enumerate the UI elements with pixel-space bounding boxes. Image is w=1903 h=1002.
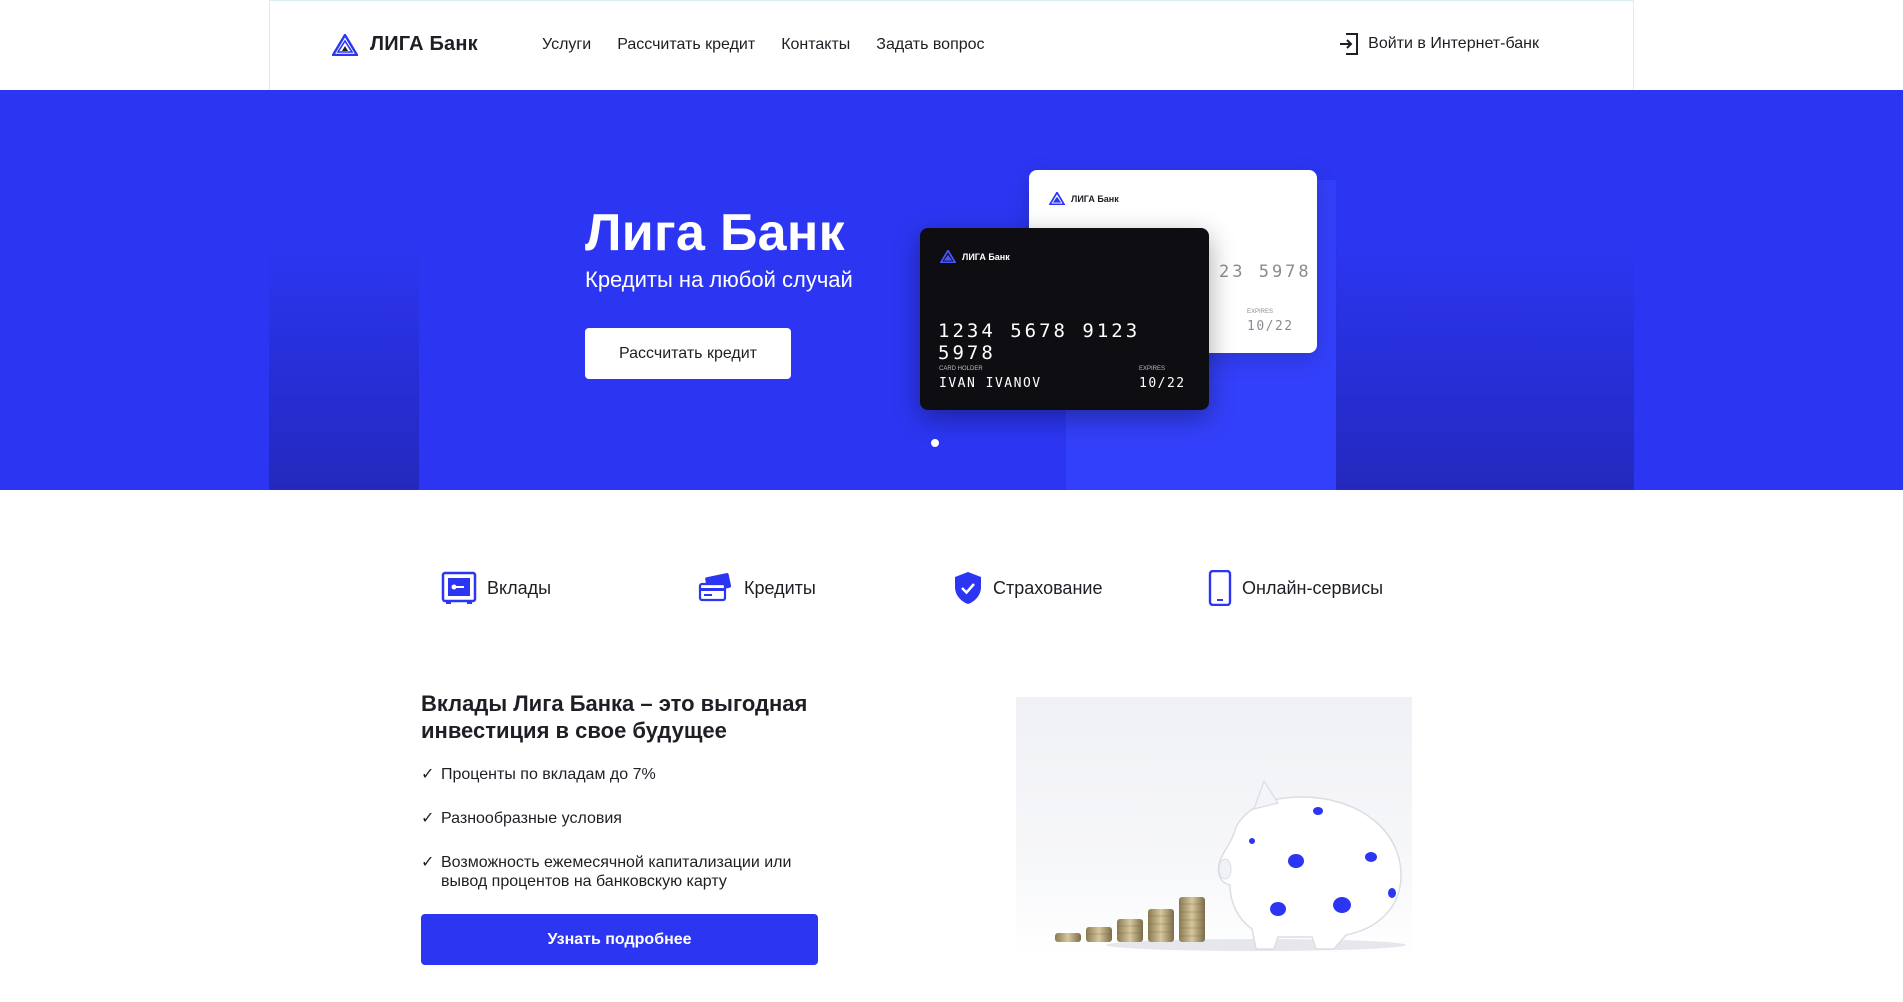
nav-link-contacts[interactable]: Контакты <box>781 36 850 54</box>
hero-slider: Лига Банк Кредиты на любой случай Рассчи… <box>0 90 1903 490</box>
check-icon: ✓ <box>421 810 435 827</box>
tab-deposits[interactable]: Вклады <box>441 570 551 606</box>
card-expires: 10/22 <box>1247 319 1294 334</box>
bank-card-black: ЛИГА Банк 1234 5678 9123 5978 CARD HOLDE… <box>920 228 1209 410</box>
cards-icon <box>698 573 732 602</box>
piggy-bank-image <box>1055 779 1406 951</box>
tab-deposits-label: Вклады <box>487 577 552 598</box>
hero-subtitle: Кредиты на любой случай <box>585 267 853 292</box>
check-icon: ✓ <box>421 766 435 783</box>
tab-online-services[interactable]: Онлайн-сервисы <box>1208 570 1383 606</box>
deposits-title: Вклады Лига Банка – это выгодная инвести… <box>421 691 808 743</box>
hero-title: Лига Банк <box>585 204 845 262</box>
logo-text: ЛИГА Банк <box>370 33 478 55</box>
services-tabs: Вклады Кредиты Страхование Онлайн-сервис… <box>0 570 1903 610</box>
piggy-bank-photo <box>1016 697 1412 959</box>
tab-credits[interactable]: Кредиты <box>697 570 816 606</box>
card-expires: 10/22 <box>1139 376 1186 391</box>
card-number: 1234 5678 9123 5978 <box>938 320 1141 364</box>
phone-icon <box>1208 570 1232 606</box>
card-expires-label: EXPIRES <box>1139 366 1166 372</box>
tab-online-services-label: Онлайн-сервисы <box>1242 577 1384 598</box>
site-header: ЛИГА Банк Услуги Рассчитать кредит Конта… <box>269 0 1634 90</box>
learn-more-button[interactable]: Узнать подробнее <box>421 914 818 965</box>
feature-text: Проценты по вкладам до 7% <box>441 766 656 783</box>
nav-link-services[interactable]: Услуги <box>542 36 591 54</box>
feature-item: ✓ Возможность ежемесячной капитализации и… <box>421 853 811 891</box>
login-label: Войти в Интернет-банк <box>1368 35 1539 52</box>
login-icon <box>1340 33 1359 55</box>
login-link[interactable]: Войти в Интернет-банк <box>1339 33 1539 55</box>
nav-link-ask-question[interactable]: Задать вопрос <box>876 36 984 54</box>
feature-item: ✓ Разнообразные условия <box>421 809 841 828</box>
card-number: 23 5978 <box>1219 262 1312 282</box>
calculate-credit-button[interactable]: Рассчитать кредит <box>585 328 791 379</box>
tab-insurance[interactable]: Страхование <box>953 570 1102 606</box>
hero-shade-right <box>1336 240 1634 490</box>
card-bank-name: ЛИГА Банк <box>1071 193 1119 204</box>
card-holder-label: CARD HOLDER <box>939 366 983 372</box>
check-icon: ✓ <box>421 854 435 871</box>
card-logo: ЛИГА Банк <box>1049 192 1119 205</box>
logo-icon <box>940 250 956 263</box>
hero-shade-left <box>269 240 419 490</box>
nav-link-calculate-credit[interactable]: Рассчитать кредит <box>617 36 755 54</box>
feature-item: ✓ Проценты по вкладам до 7% <box>421 765 841 784</box>
card-holder: IVAN IVANOV <box>939 376 1042 391</box>
feature-text: Разнообразные условия <box>441 810 622 827</box>
main-nav: Услуги Рассчитать кредит Контакты Задать… <box>542 36 985 54</box>
card-expires-label: EXPIRES <box>1247 309 1274 315</box>
feature-text: Возможность ежемесячной капитализации ил… <box>441 854 792 890</box>
logo-icon <box>332 33 358 56</box>
logo[interactable]: ЛИГА Банк <box>332 33 478 56</box>
shield-icon <box>955 572 981 604</box>
card-bank-name: ЛИГА Банк <box>962 251 1010 262</box>
slider-dot[interactable] <box>931 439 939 447</box>
tab-insurance-label: Страхование <box>993 577 1103 598</box>
card-logo: ЛИГА Банк <box>940 250 1010 263</box>
deposits-features: ✓ Проценты по вкладам до 7% ✓ Разнообразны… <box>421 765 841 916</box>
logo-icon <box>1049 192 1065 205</box>
tab-credits-label: Кредиты <box>744 577 816 598</box>
safe-icon <box>441 571 477 604</box>
